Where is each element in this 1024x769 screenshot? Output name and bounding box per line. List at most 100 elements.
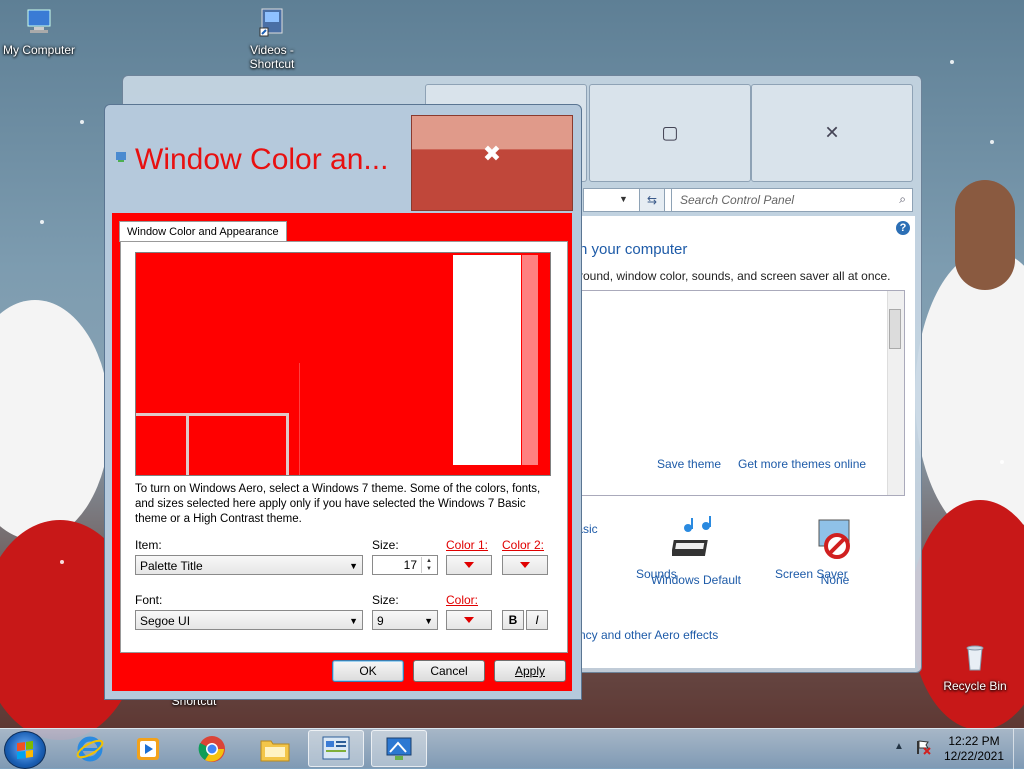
font-size-value: 9 bbox=[377, 614, 384, 628]
preview-window-pane bbox=[453, 255, 521, 465]
help-icon[interactable]: ? bbox=[896, 221, 910, 235]
computer-icon bbox=[27, 9, 51, 33]
desktop-icon-videos-shortcut[interactable]: Videos - Shortcut bbox=[227, 6, 317, 71]
aero-effects-link[interactable]: ncy and other Aero effects bbox=[579, 628, 718, 642]
preview-divider bbox=[286, 413, 289, 475]
appearance-preview[interactable] bbox=[135, 252, 551, 476]
tab-window-color-and-appearance[interactable]: Window Color and Appearance bbox=[119, 221, 287, 242]
taskbar-chrome[interactable] bbox=[184, 730, 240, 767]
font-select[interactable]: Segoe UI ▼ bbox=[135, 610, 363, 630]
refresh-icon: ⇆ bbox=[646, 193, 658, 207]
show-desktop-button[interactable] bbox=[1013, 729, 1024, 769]
italic-button[interactable]: I bbox=[526, 610, 548, 630]
search-input[interactable]: Search Control Panel ⌕ bbox=[671, 188, 913, 212]
windows-logo-icon bbox=[17, 740, 33, 760]
chevron-down-icon: ▼ bbox=[424, 616, 433, 626]
taskbar-media-player[interactable] bbox=[120, 730, 176, 767]
display-settings-icon bbox=[386, 737, 412, 760]
save-theme-link[interactable]: Save theme bbox=[657, 457, 721, 471]
recycle-bin-icon bbox=[966, 645, 984, 671]
description-text: To turn on Windows Aero, select a Window… bbox=[135, 483, 541, 525]
scrollbar[interactable] bbox=[887, 291, 904, 495]
apply-button[interactable]: Apply bbox=[494, 660, 566, 682]
size-value: 17 bbox=[403, 558, 417, 572]
cancel-button[interactable]: Cancel bbox=[413, 660, 485, 682]
window-color-dialog[interactable]: Window Color an... ✖ Window Color and Ap… bbox=[104, 104, 582, 700]
chevron-down-icon: ▼ bbox=[349, 561, 358, 571]
start-button[interactable] bbox=[4, 731, 46, 769]
dropdown-arrow-icon bbox=[464, 617, 474, 623]
clock-time: 12:22 PM bbox=[948, 734, 1000, 748]
screen-saver-item[interactable]: Screen Saver None bbox=[775, 516, 895, 587]
wallpaper-sleeve-left bbox=[0, 300, 110, 540]
show-hidden-icons-icon[interactable]: ▲ bbox=[894, 741, 904, 752]
refresh-button[interactable]: ⇆ bbox=[639, 188, 665, 212]
dialog-close-button[interactable]: ✖ bbox=[411, 115, 573, 211]
tab-panel: To turn on Windows Aero, select a Window… bbox=[120, 241, 568, 653]
folder-icon bbox=[260, 740, 290, 761]
chevron-down-icon: ▼ bbox=[349, 616, 358, 626]
maximize-button[interactable]: ▢ bbox=[589, 84, 751, 182]
close-icon: ✖ bbox=[482, 140, 502, 166]
system-clock[interactable]: 12:22 PM 12/22/2021 bbox=[936, 734, 1012, 764]
preview-divider bbox=[136, 413, 288, 416]
sounds-icon bbox=[670, 516, 711, 556]
dropdown-arrow-icon bbox=[464, 562, 474, 568]
taskbar-window-color[interactable] bbox=[371, 730, 427, 767]
preview-divider bbox=[299, 363, 300, 475]
desktop-icon-my-computer[interactable]: My Computer bbox=[0, 6, 84, 57]
item-select-value: Palette Title bbox=[140, 559, 203, 573]
search-placeholder: Search Control Panel bbox=[680, 193, 795, 207]
bold-button[interactable]: B bbox=[502, 610, 524, 630]
sounds-item[interactable]: Sounds Windows Default bbox=[636, 516, 756, 587]
desktop-icon-label: Videos - Shortcut bbox=[249, 43, 295, 71]
close-button[interactable]: ✕ bbox=[751, 84, 913, 182]
desktop-icon-recycle-bin[interactable]: Recycle Bin bbox=[930, 642, 1020, 693]
color1-button[interactable] bbox=[446, 555, 492, 575]
action-center-flag-icon[interactable] bbox=[915, 739, 931, 755]
preview-divider bbox=[186, 413, 189, 475]
dropdown-arrow-icon bbox=[520, 562, 530, 568]
taskbar: ▲ 12:22 PM 12/22/2021 bbox=[0, 728, 1024, 769]
page-heading: n your computer bbox=[579, 241, 688, 258]
size-stepper[interactable]: 17 ▲ ▼ bbox=[372, 555, 438, 575]
sounds-label: Sounds bbox=[636, 567, 677, 581]
scrollbar-thumb[interactable] bbox=[889, 309, 901, 349]
clock-date: 12/22/2021 bbox=[943, 749, 1005, 763]
internet-explorer-icon bbox=[76, 736, 104, 761]
font-label: Font: bbox=[135, 593, 163, 607]
taskbar-internet-explorer[interactable] bbox=[62, 730, 118, 767]
screen-saver-icon bbox=[818, 519, 850, 559]
font-select-value: Segoe UI bbox=[140, 614, 191, 628]
item-label: Item: bbox=[135, 538, 162, 552]
font-size-select[interactable]: 9 ▼ bbox=[372, 610, 438, 630]
ok-button[interactable]: OK bbox=[332, 660, 404, 682]
desktop-icon-label: Recycle Bin bbox=[943, 679, 1007, 693]
taskbar-explorer[interactable] bbox=[247, 730, 303, 767]
font-color-label: Color: bbox=[446, 593, 479, 607]
maximize-icon: ▢ bbox=[661, 122, 679, 143]
color2-label: Color 2: bbox=[502, 538, 545, 552]
media-player-icon bbox=[137, 737, 159, 760]
item-select[interactable]: Palette Title ▼ bbox=[135, 555, 363, 575]
font-size-label: Size: bbox=[372, 593, 399, 607]
color1-label: Color 1: bbox=[446, 538, 489, 552]
app-icon bbox=[116, 152, 126, 162]
wallpaper-hand bbox=[955, 180, 1015, 290]
chevron-down-icon[interactable]: ▼ bbox=[619, 194, 628, 204]
video-folder-icon bbox=[259, 8, 283, 37]
search-icon[interactable]: ⌕ bbox=[899, 192, 906, 207]
stepper-arrows-icon[interactable]: ▲ ▼ bbox=[421, 557, 436, 573]
wallpaper-sleeve-right bbox=[915, 250, 1024, 540]
page-subtitle: round, window color, sounds, and screen … bbox=[579, 269, 891, 283]
preview-scrollbar bbox=[522, 255, 538, 465]
chrome-icon bbox=[198, 735, 225, 762]
taskbar-control-panel[interactable] bbox=[308, 730, 364, 767]
dialog-title: Window Color an... bbox=[135, 143, 389, 176]
get-more-themes-link[interactable]: Get more themes online bbox=[738, 457, 866, 471]
font-color-button[interactable] bbox=[446, 610, 492, 630]
screen-saver-label: Screen Saver bbox=[775, 567, 848, 581]
close-icon: ✕ bbox=[824, 122, 840, 143]
color2-button[interactable] bbox=[502, 555, 548, 575]
dialog-body: Window Color and Appearance To turn on W… bbox=[112, 213, 572, 691]
